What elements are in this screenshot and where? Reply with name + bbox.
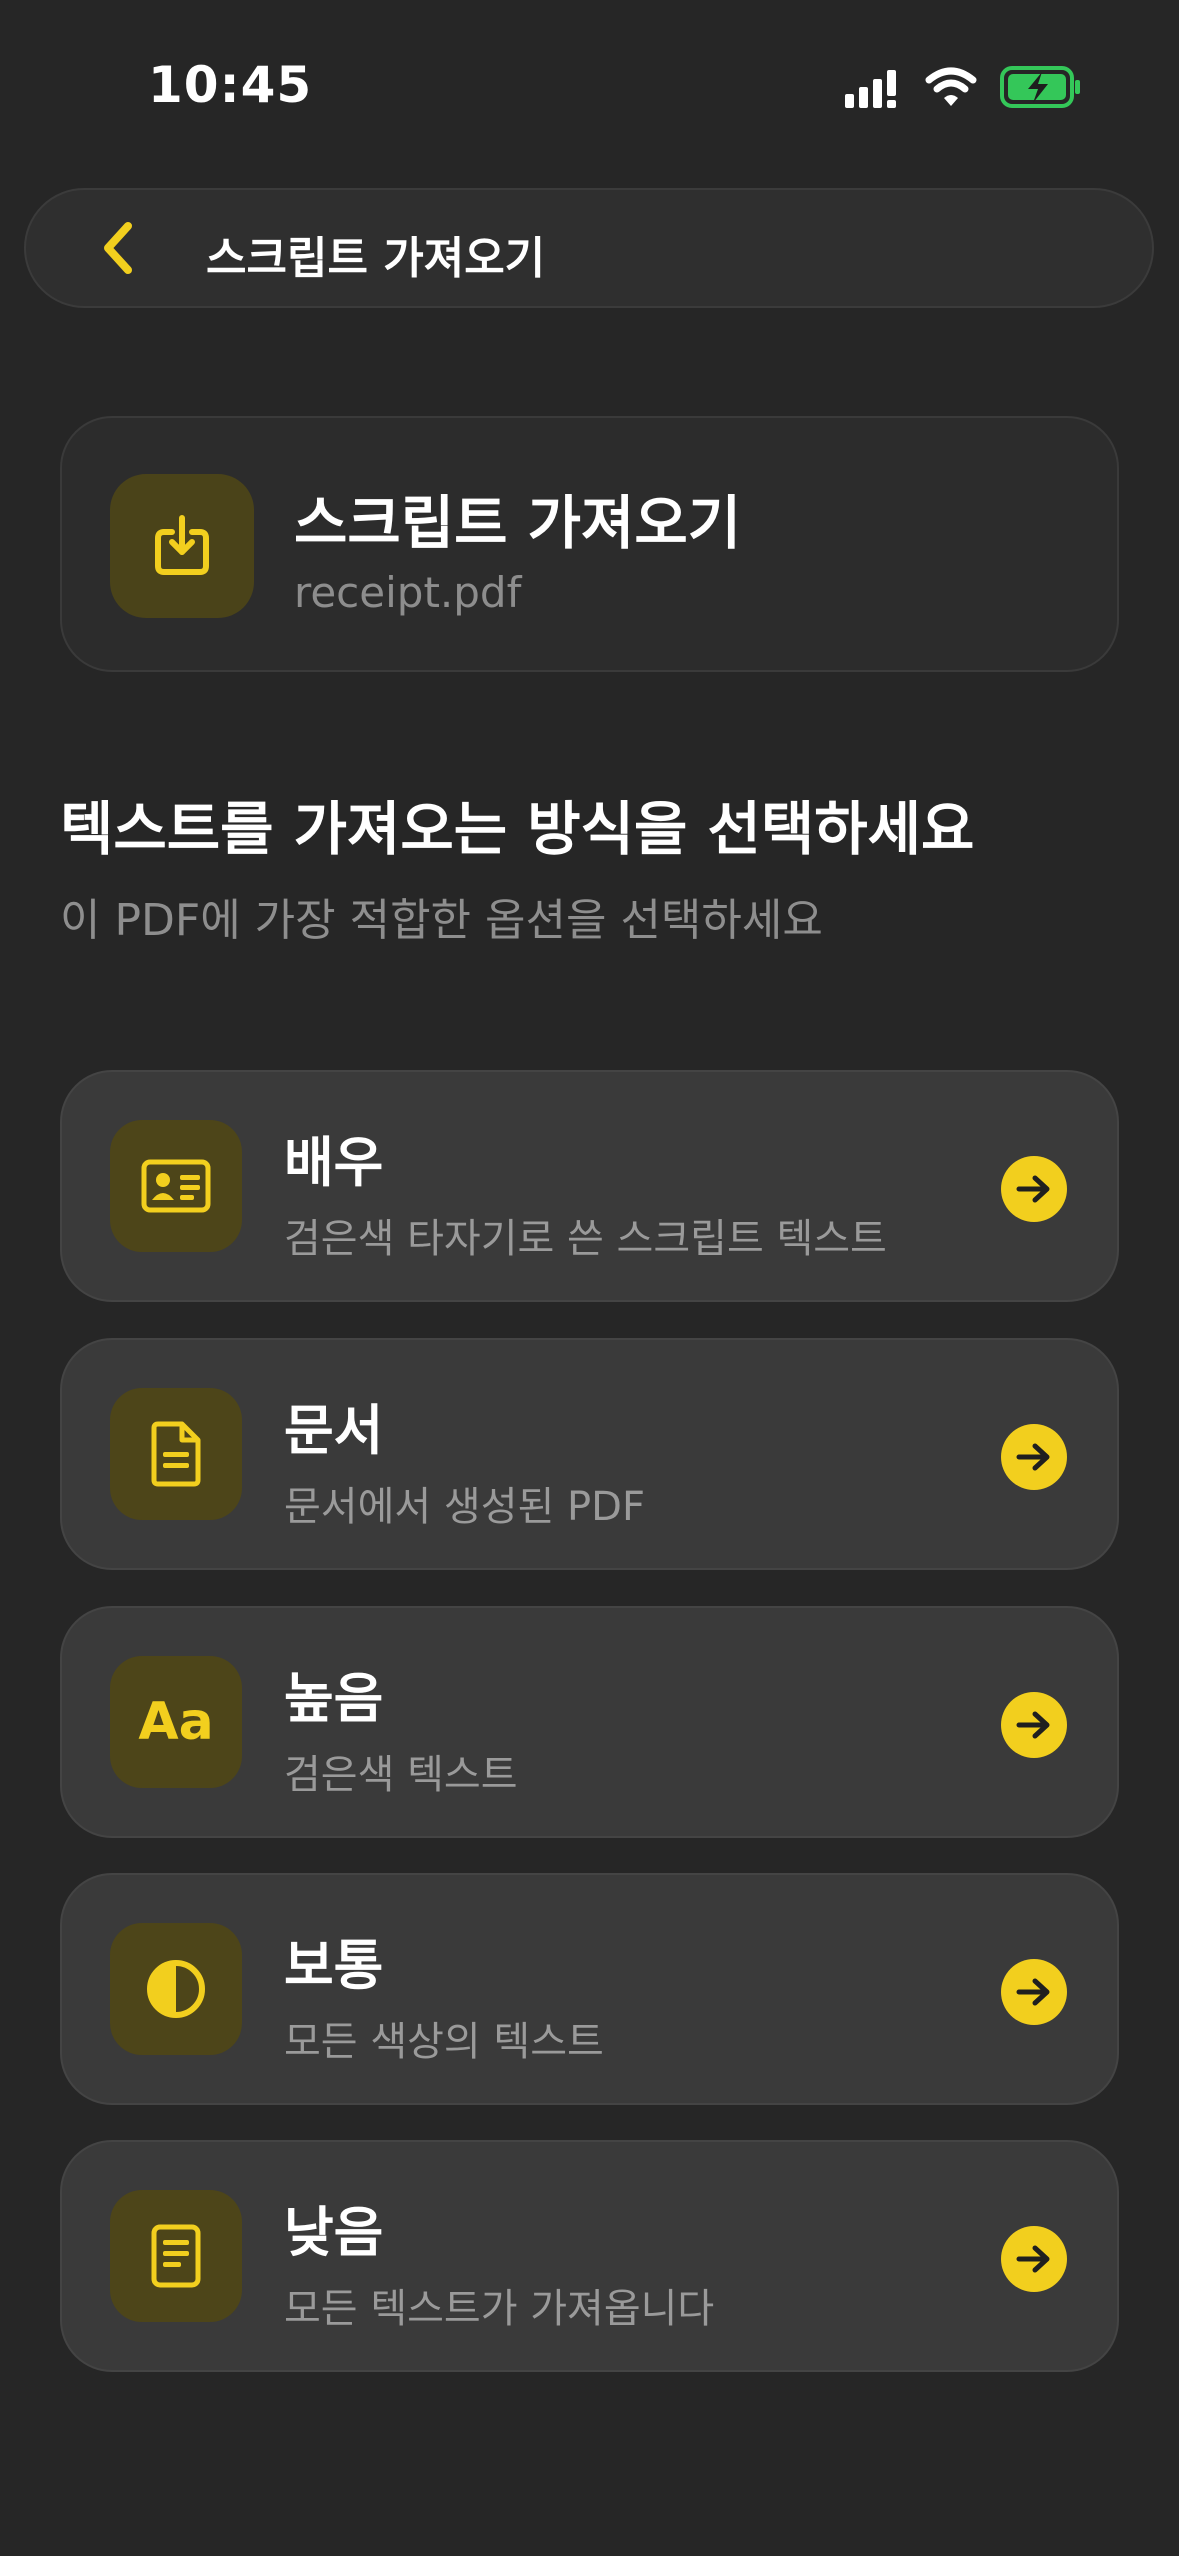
import-icon — [155, 515, 209, 575]
section-subtitle: 이 PDF에 가장 적합한 옵션을 선택하세요 — [60, 895, 823, 946]
arrow-right-icon[interactable] — [1001, 1959, 1067, 2025]
back-button[interactable] — [86, 216, 150, 280]
status-time: 10:45 — [148, 56, 313, 114]
id-card-icon — [141, 1159, 211, 1213]
option-icon-container — [110, 1120, 242, 1252]
option-card-medium[interactable]: 보통 모든 색상의 텍스트 — [60, 1873, 1119, 2105]
option-subtitle: 모든 텍스트가 가져옵니다 — [284, 2286, 715, 2332]
arrow-right-icon[interactable] — [1001, 1424, 1067, 1490]
option-icon-container — [110, 2190, 242, 2322]
section-title: 텍스트를 가져오는 방식을 선택하세요 — [60, 795, 975, 863]
note-icon — [151, 2224, 201, 2288]
nav-title: 스크립트 가져오기 — [206, 233, 546, 284]
option-title: 배우 — [284, 1131, 384, 1194]
option-card-low[interactable]: 낮음 모든 텍스트가 가져옵니다 — [60, 2140, 1119, 2372]
chevron-left-icon — [104, 222, 132, 274]
option-card-actor[interactable]: 배우 검은색 타자기로 쓴 스크립트 텍스트 — [60, 1070, 1119, 1302]
contrast-icon — [147, 1960, 205, 2018]
file-name: receipt.pdf — [294, 568, 522, 617]
option-card-high[interactable]: Aa 높음 검은색 텍스트 — [60, 1606, 1119, 1838]
option-subtitle: 문서에서 생성된 PDF — [284, 1484, 645, 1530]
option-title: 높음 — [284, 1667, 384, 1730]
cellular-signal-icon — [845, 70, 896, 108]
option-subtitle: 검은색 텍스트 — [284, 1752, 518, 1798]
option-title: 보통 — [284, 1934, 384, 1997]
arrow-right-icon[interactable] — [1001, 1156, 1067, 1222]
battery-charging-icon — [1000, 66, 1080, 108]
text-size-icon: Aa — [138, 1692, 214, 1752]
file-icon-container — [110, 474, 254, 618]
option-icon-container — [110, 1388, 242, 1520]
option-icon-container: Aa — [110, 1656, 242, 1788]
option-subtitle: 검은색 타자기로 쓴 스크립트 텍스트 — [284, 1216, 887, 1262]
option-icon-container — [110, 1923, 242, 2055]
arrow-right-icon[interactable] — [1001, 1692, 1067, 1758]
wifi-icon — [925, 67, 977, 106]
option-title: 문서 — [284, 1399, 384, 1462]
status-bar: 10:45 — [0, 0, 1179, 170]
file-card-title: 스크립트 가져오기 — [294, 489, 742, 557]
option-subtitle: 모든 색상의 텍스트 — [284, 2019, 604, 2065]
navigation-bar: 스크립트 가져오기 — [24, 188, 1154, 308]
document-icon — [151, 1421, 201, 1487]
arrow-right-icon[interactable] — [1001, 2226, 1067, 2292]
file-card: 스크립트 가져오기 receipt.pdf — [60, 416, 1119, 672]
option-card-document[interactable]: 문서 문서에서 생성된 PDF — [60, 1338, 1119, 1570]
option-title: 낮음 — [284, 2201, 384, 2264]
